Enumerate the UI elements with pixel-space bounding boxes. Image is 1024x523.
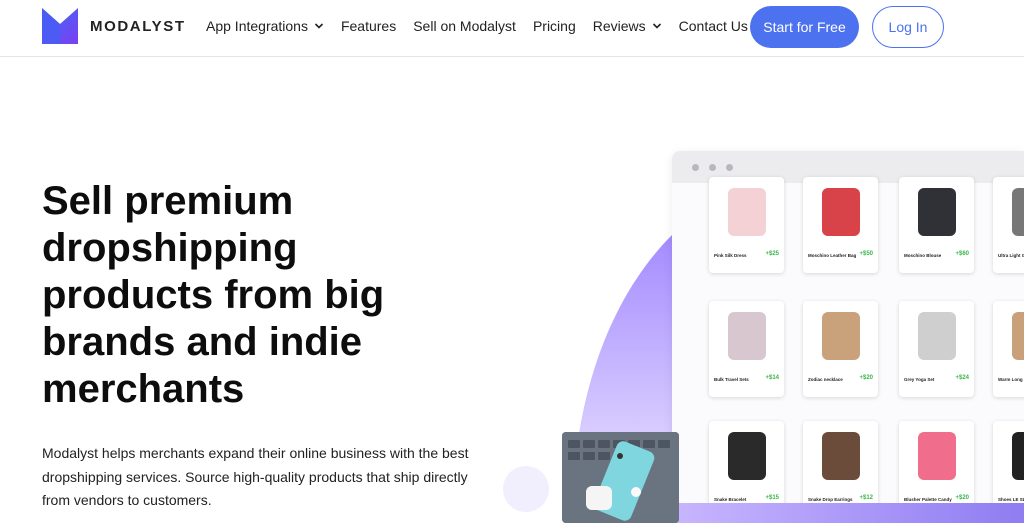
window-dot	[726, 164, 733, 171]
nav-pricing-label: Pricing	[532, 18, 576, 34]
nav-app-integrations[interactable]: App Integrations	[206, 18, 324, 34]
nav-reviews-label: Reviews	[592, 18, 646, 34]
product-image	[803, 301, 878, 371]
modalyst-logo-icon[interactable]	[42, 8, 78, 44]
nav-sell-on-modalyst[interactable]: Sell on Modalyst	[413, 18, 516, 34]
product-price: +$14	[765, 375, 779, 381]
hero-title-line: brands and indie	[42, 320, 363, 364]
product-image	[803, 177, 878, 247]
product-card[interactable]: Bulk Travel Sets +$14	[709, 301, 784, 397]
product-name: Bulk Travel Sets	[714, 377, 749, 382]
product-image	[709, 421, 784, 491]
nav-contact-label: Contact Us	[678, 18, 748, 34]
chevron-down-icon	[652, 23, 661, 29]
nav-sell-label: Sell on Modalyst	[413, 18, 516, 34]
hero-description-line: dropshipping services. Source high-quali…	[42, 468, 468, 485]
product-image	[899, 177, 974, 247]
product-thumbnail	[1011, 312, 1024, 360]
hero-title-line: products from big	[42, 273, 385, 317]
hero-title-line: merchants	[42, 367, 245, 411]
product-name: Shoes LE SL	[998, 497, 1024, 502]
product-image	[899, 421, 974, 491]
product-card[interactable]: Warm Long S	[993, 301, 1024, 397]
product-thumbnail	[727, 432, 766, 480]
log-in-button[interactable]: Log In	[872, 6, 944, 48]
product-thumbnail	[1011, 188, 1024, 236]
hero-description-line: Modalyst helps merchants expand their on…	[42, 445, 469, 461]
product-thumbnail	[917, 312, 956, 360]
product-card[interactable]: Moschino Blouse +$60	[899, 177, 974, 273]
product-card[interactable]: Grey Yoga Set +$24	[899, 301, 974, 397]
product-price: +$15	[765, 495, 779, 501]
hero-description: Modalyst helps merchants expand their on…	[42, 442, 482, 513]
product-image	[803, 421, 878, 491]
product-price: +$60	[955, 251, 969, 257]
product-price: +$25	[765, 251, 779, 257]
main-menu: App Integrations Features Sell on Modaly…	[206, 18, 765, 34]
product-image	[993, 177, 1024, 247]
product-image	[993, 301, 1024, 371]
product-price: +$20	[859, 375, 873, 381]
product-name: Snake Bracelet	[714, 497, 747, 502]
product-price: +$50	[859, 251, 873, 257]
product-name: Moschino Blouse	[904, 253, 942, 258]
nav-pricing[interactable]: Pricing	[533, 18, 576, 34]
start-for-free-button[interactable]: Start for Free	[750, 6, 859, 48]
hero-title-line: Sell premium	[42, 179, 294, 223]
window-dot	[709, 164, 716, 171]
hero-title-line: dropshipping	[42, 226, 298, 270]
window-dot	[692, 164, 699, 171]
nav-features-label: Features	[340, 18, 397, 34]
hero-description-line: from vendors to customers.	[42, 492, 212, 508]
laptop-keyboard-icon	[562, 432, 679, 523]
product-price: +$20	[955, 495, 969, 501]
product-image	[993, 421, 1024, 491]
product-name: Zodiac necklace	[808, 377, 843, 382]
product-thumbnail	[917, 432, 956, 480]
product-thumbnail	[821, 188, 860, 236]
product-catalog-window: Pink Silk Dress +$25 Moschino Leather Bag +…	[672, 151, 1024, 523]
product-thumbnail	[727, 188, 766, 236]
product-name: Pink Silk Dress	[714, 253, 747, 258]
product-thumbnail	[917, 188, 956, 236]
brand-name[interactable]: MODALYST	[90, 18, 186, 35]
chevron-down-icon	[314, 23, 324, 29]
product-name: Ultra Light G	[998, 253, 1024, 258]
product-name: Blusher Palette Candy	[904, 497, 952, 502]
nav-contact-us[interactable]: Contact Us	[679, 18, 748, 34]
product-name: Warm Long S	[998, 377, 1024, 382]
product-card[interactable]: Moschino Leather Bag +$50	[803, 177, 878, 273]
product-image	[709, 301, 784, 371]
product-thumbnail	[727, 312, 766, 360]
product-name: Snake Drop Earrings	[808, 497, 853, 502]
product-thumbnail	[821, 312, 860, 360]
product-thumbnail	[1011, 432, 1024, 480]
product-price: +$24	[955, 375, 969, 381]
nav-reviews[interactable]: Reviews	[593, 18, 662, 34]
bottom-gradient-strip	[672, 503, 1024, 523]
product-image	[899, 301, 974, 371]
nav-features[interactable]: Features	[341, 18, 396, 34]
product-name: Moschino Leather Bag	[808, 253, 857, 258]
product-card[interactable]: Pink Silk Dress +$25	[709, 177, 784, 273]
laptop-with-phone-image	[562, 432, 679, 523]
product-card[interactable]: Ultra Light G	[993, 177, 1024, 273]
top-navbar: MODALYST App Integrations Features Sell …	[0, 0, 1024, 57]
product-price: +$12	[859, 495, 873, 501]
product-thumbnail	[821, 432, 860, 480]
product-image	[709, 177, 784, 247]
decorative-blob	[503, 466, 549, 512]
product-card[interactable]: Zodiac necklace +$20	[803, 301, 878, 397]
product-name: Grey Yoga Set	[904, 377, 935, 382]
hero-title: Sell premium dropshipping products from …	[42, 178, 462, 413]
nav-app-integrations-label: App Integrations	[206, 18, 308, 34]
